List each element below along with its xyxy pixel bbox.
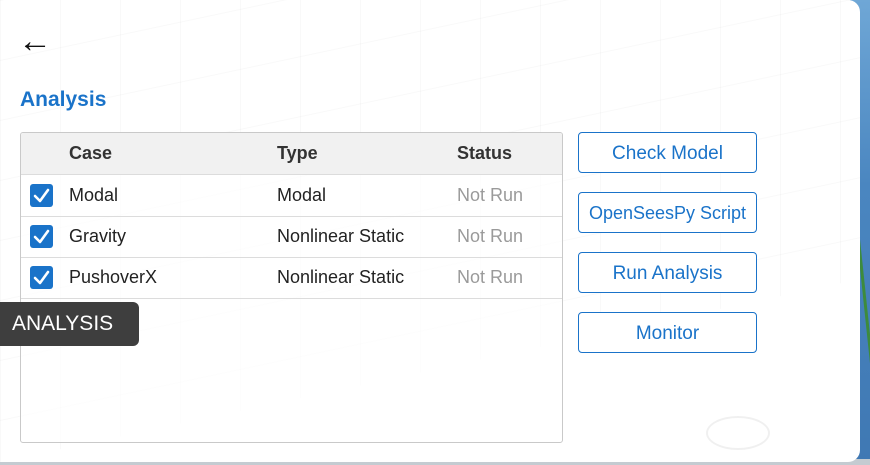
- column-header-type[interactable]: Type: [277, 133, 318, 174]
- checkbox-check-icon: [33, 229, 50, 244]
- case-name: Gravity: [69, 226, 127, 246]
- case-name: PushoverX: [69, 267, 158, 287]
- opensees-script-button[interactable]: OpenSeesPy Script: [578, 192, 757, 233]
- case-status: Not Run: [457, 267, 524, 287]
- table-header-row: Case Type Status: [21, 133, 562, 175]
- case-status: Not Run: [457, 226, 524, 246]
- analysis-panel: ← Analysis Case Type Status Modal Modal …: [0, 0, 860, 462]
- viewport-gizmo: [706, 416, 770, 450]
- column-header-status[interactable]: Status: [457, 133, 512, 174]
- case-type: Nonlinear Static: [277, 226, 405, 246]
- run-analysis-button[interactable]: Run Analysis: [578, 252, 757, 293]
- table-row[interactable]: Gravity Nonlinear Static Not Run: [21, 216, 562, 258]
- case-checkbox[interactable]: [30, 266, 53, 289]
- column-header-case[interactable]: Case: [69, 133, 112, 174]
- check-model-button[interactable]: Check Model: [578, 132, 757, 173]
- case-checkbox[interactable]: [30, 225, 53, 248]
- checkbox-check-icon: [33, 270, 50, 285]
- case-type: Nonlinear Static: [277, 267, 405, 287]
- case-type: Modal: [277, 185, 327, 205]
- panel-title: Analysis: [20, 88, 107, 111]
- back-arrow-icon[interactable]: ←: [18, 24, 62, 60]
- analysis-cases-table: Case Type Status Modal Modal Not Run Gra…: [20, 132, 563, 443]
- case-status: Not Run: [457, 185, 524, 205]
- table-row[interactable]: Modal Modal Not Run: [21, 175, 562, 217]
- checkbox-check-icon: [33, 188, 50, 203]
- case-checkbox[interactable]: [30, 184, 53, 207]
- monitor-button[interactable]: Monitor: [578, 312, 757, 353]
- case-name: Modal: [69, 185, 119, 205]
- table-row[interactable]: PushoverX Nonlinear Static Not Run: [21, 257, 562, 299]
- analysis-tooltip: ANALYSIS: [0, 302, 139, 346]
